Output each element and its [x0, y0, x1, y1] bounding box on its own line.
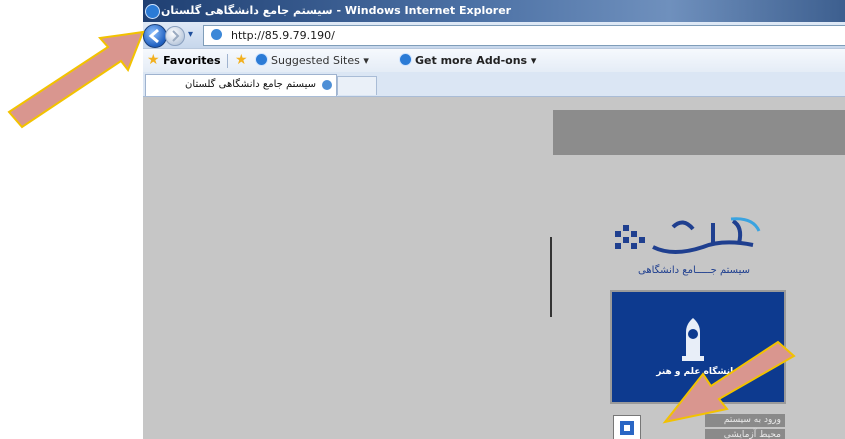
annotation-layer [7, 30, 796, 424]
arrow-to-back-button [7, 30, 145, 129]
arrow-to-login-button [662, 340, 796, 424]
